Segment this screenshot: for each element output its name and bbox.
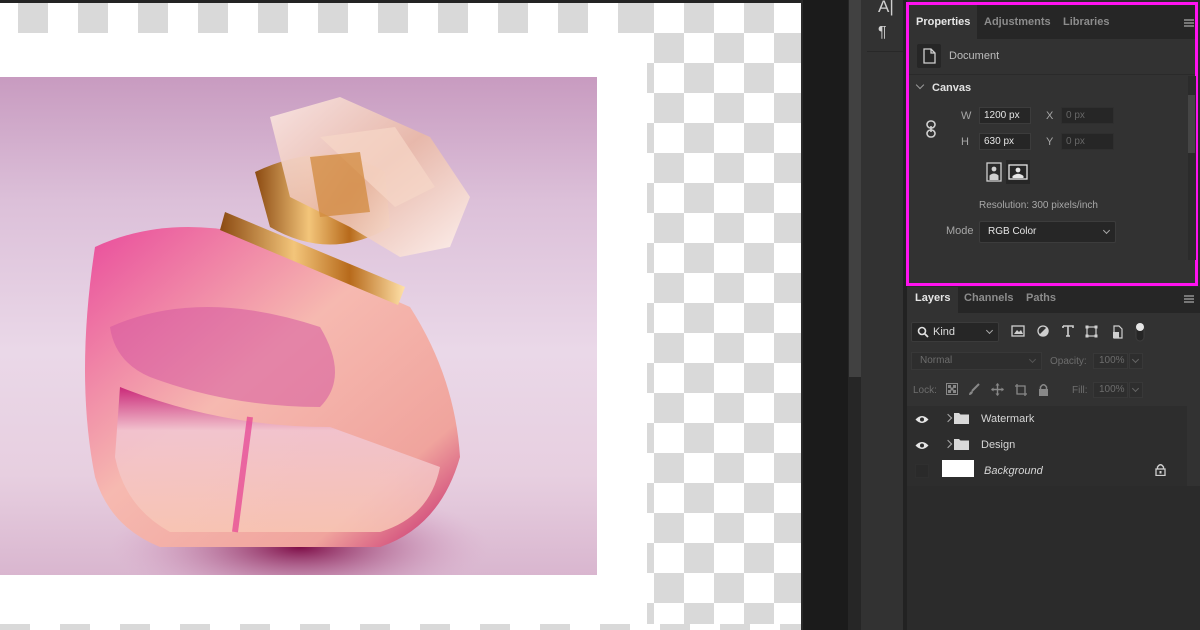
x-field[interactable]: 0 px bbox=[1061, 107, 1114, 124]
height-field[interactable]: 630 px bbox=[979, 133, 1031, 150]
lock-label: Lock: bbox=[913, 385, 937, 396]
perfume-photo bbox=[0, 77, 597, 575]
tab-properties[interactable]: Properties bbox=[909, 5, 978, 39]
chevron-right-icon[interactable] bbox=[943, 413, 953, 423]
document-row: Document bbox=[909, 39, 1195, 75]
canvas-section-toggle[interactable]: Canvas bbox=[915, 80, 972, 94]
y-label: Y bbox=[1046, 136, 1054, 148]
tab-layers[interactable]: Layers bbox=[907, 287, 959, 313]
layer-name: Background bbox=[984, 465, 1043, 477]
eye-icon[interactable] bbox=[915, 415, 929, 424]
opacity-dropdown[interactable] bbox=[1129, 353, 1143, 369]
fill-field[interactable]: 100% bbox=[1093, 382, 1128, 398]
layer-name: Watermark bbox=[981, 413, 1035, 425]
dock-separator bbox=[867, 51, 903, 52]
visibility-toggle-empty[interactable] bbox=[915, 464, 929, 478]
canvas-section: Canvas W 1200 px X 0 px H 630 px Y 0 px bbox=[909, 76, 1182, 286]
height-label: H bbox=[961, 136, 969, 148]
dock-gap bbox=[803, 0, 848, 630]
document-canvas[interactable] bbox=[0, 0, 803, 630]
eye-icon[interactable] bbox=[915, 441, 929, 450]
panel-menu-icon[interactable] bbox=[1184, 295, 1194, 303]
chevron-right-icon[interactable] bbox=[943, 439, 953, 449]
pixel-layer-filter-icon[interactable] bbox=[1011, 325, 1025, 337]
width-label: W bbox=[961, 110, 972, 122]
blend-mode-value: Normal bbox=[920, 355, 953, 366]
folder-icon bbox=[954, 439, 969, 450]
x-label: X bbox=[1046, 110, 1054, 122]
color-mode-select[interactable]: RGB Color bbox=[979, 221, 1116, 243]
lock-all-icon[interactable] bbox=[1038, 383, 1049, 396]
layers-scrollbar[interactable] bbox=[1187, 406, 1200, 486]
folder-icon bbox=[954, 413, 969, 424]
chevron-down-icon bbox=[1102, 226, 1111, 235]
document-label: Document bbox=[949, 50, 1000, 62]
chevron-down-icon bbox=[985, 326, 994, 335]
tab-paths[interactable]: Paths bbox=[1026, 287, 1056, 313]
lock-position-icon[interactable] bbox=[991, 383, 1004, 396]
lock-icon bbox=[1155, 464, 1166, 476]
transparency-checker-bottom bbox=[0, 624, 803, 630]
mode-label: Mode bbox=[946, 225, 974, 237]
landscape-orientation-button[interactable] bbox=[1006, 160, 1030, 184]
tab-adjustments[interactable]: Adjustments bbox=[984, 5, 1051, 39]
layers-empty-area bbox=[907, 486, 1200, 630]
layer-row-background[interactable]: Background bbox=[907, 458, 1187, 484]
smart-object-filter-icon[interactable] bbox=[1112, 325, 1124, 339]
layer-name: Design bbox=[981, 439, 1016, 451]
blend-mode-select[interactable]: Normal bbox=[911, 352, 1042, 370]
layer-list: Watermark Design Background bbox=[907, 406, 1187, 486]
width-field[interactable]: 1200 px bbox=[979, 107, 1031, 124]
layer-thumbnail bbox=[942, 460, 974, 477]
photoshop-window: A| ¶ Properties Adjustments Libraries Do… bbox=[0, 0, 1200, 630]
character-icon[interactable]: A| bbox=[878, 0, 894, 17]
properties-scroll-thumb[interactable] bbox=[1188, 95, 1195, 153]
canvas-section-title: Canvas bbox=[932, 82, 972, 94]
filter-toggle-switch[interactable] bbox=[1135, 322, 1145, 342]
opacity-label: Opacity: bbox=[1050, 356, 1087, 367]
perfume-bottle-illustration bbox=[85, 97, 490, 575]
chevron-down-icon bbox=[1028, 355, 1037, 364]
portrait-orientation-button[interactable] bbox=[984, 162, 1004, 182]
lock-artboard-icon[interactable] bbox=[1014, 383, 1028, 397]
properties-panel: Properties Adjustments Libraries Documen… bbox=[906, 2, 1198, 286]
lock-transparent-pixels-icon[interactable] bbox=[946, 383, 958, 395]
panel-menu-icon[interactable] bbox=[1184, 19, 1194, 27]
layer-row-watermark[interactable]: Watermark bbox=[907, 406, 1187, 432]
filter-kind-value: Kind bbox=[933, 326, 956, 338]
layer-row-design[interactable]: Design bbox=[907, 432, 1187, 458]
link-dimensions-icon[interactable] bbox=[925, 120, 937, 138]
lock-image-pixels-icon[interactable] bbox=[968, 383, 980, 396]
canvas-scroll-thumb[interactable] bbox=[849, 0, 861, 377]
white-margin bbox=[597, 33, 647, 624]
document-icon bbox=[917, 44, 941, 68]
layers-panel: Layers Channels Paths Kind Normal Opacit… bbox=[907, 287, 1200, 630]
tab-channels[interactable]: Channels bbox=[964, 287, 1014, 313]
chevron-down-icon bbox=[915, 80, 925, 90]
fill-label: Fill: bbox=[1072, 385, 1088, 396]
layer-filter-select[interactable]: Kind bbox=[911, 322, 999, 342]
fill-dropdown[interactable] bbox=[1129, 382, 1143, 398]
paragraph-icon[interactable]: ¶ bbox=[878, 24, 887, 42]
color-mode-value: RGB Color bbox=[988, 226, 1037, 237]
opacity-field[interactable]: 100% bbox=[1093, 353, 1128, 369]
resolution-text: Resolution: 300 pixels/inch bbox=[979, 200, 1098, 211]
transparency-checker-right bbox=[644, 3, 803, 630]
search-icon bbox=[917, 326, 929, 338]
collapsed-panel-dock: A| ¶ bbox=[861, 0, 903, 630]
tab-libraries[interactable]: Libraries bbox=[1063, 5, 1109, 39]
type-layer-filter-icon[interactable] bbox=[1062, 325, 1074, 337]
properties-tabbar: Properties Adjustments Libraries bbox=[909, 5, 1195, 39]
y-field[interactable]: 0 px bbox=[1061, 133, 1114, 150]
adjustment-layer-filter-icon[interactable] bbox=[1037, 325, 1049, 337]
layers-tabbar: Layers Channels Paths bbox=[907, 287, 1200, 313]
shape-layer-filter-icon[interactable] bbox=[1085, 325, 1098, 338]
